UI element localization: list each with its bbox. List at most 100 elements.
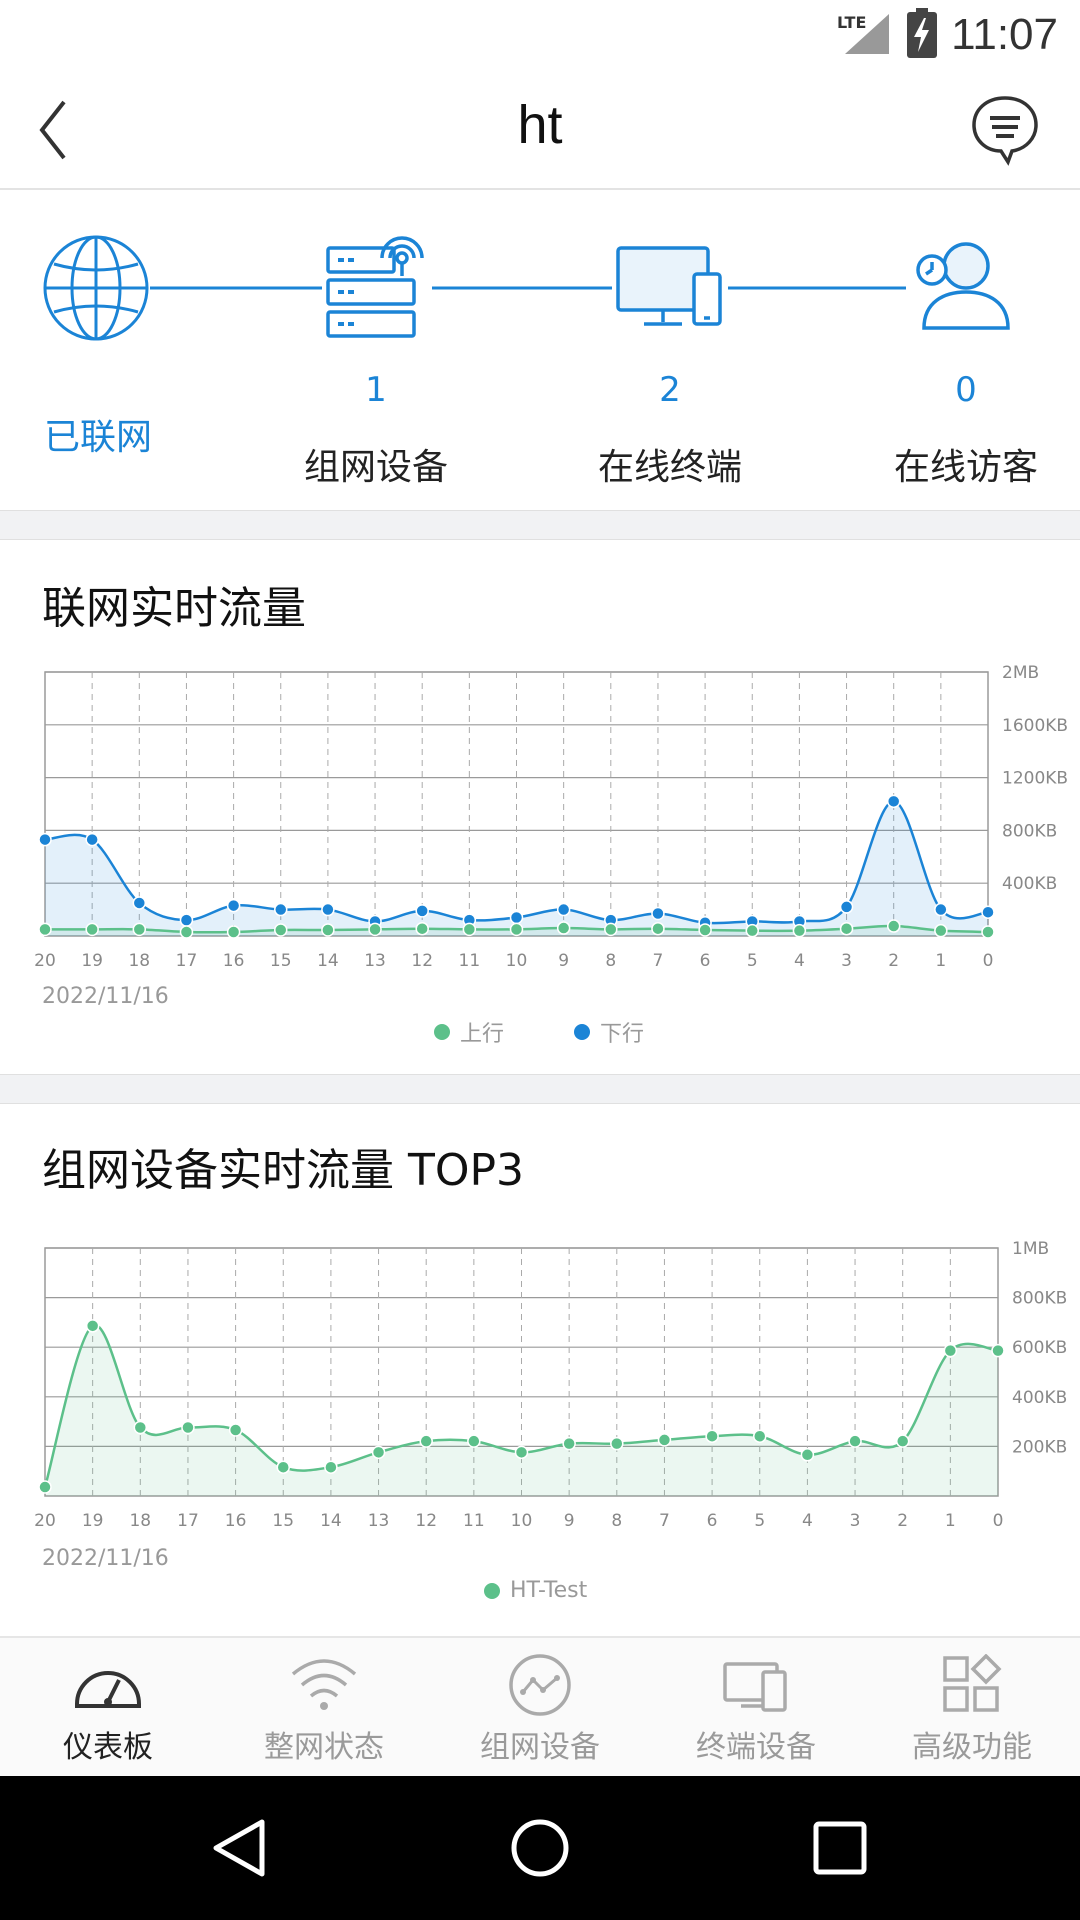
top3-x-tick: 2 [897, 1511, 908, 1526]
traffic-y-tick: 800KB [1002, 821, 1057, 841]
top3-x-tick: 17 [177, 1511, 199, 1526]
network-topology: 已联网 1 组网设备 2 在线终端 0 在线访客 [0, 190, 1080, 510]
top3-x-tick: 12 [415, 1511, 437, 1526]
traffic-data-point [321, 902, 335, 917]
nav-network-status[interactable]: 整网状态 [216, 1654, 432, 1766]
top3-x-tick: 18 [129, 1511, 151, 1526]
top3-x-tick: 1 [945, 1511, 956, 1526]
traffic-x-tick: 13 [364, 951, 386, 970]
nav-mesh-devices[interactable]: 组网设备 [432, 1654, 648, 1766]
ht-test-legend-label: HT-Test [510, 1578, 588, 1603]
nav-terminal-devices[interactable]: 终端设备 [648, 1654, 864, 1766]
traffic-data-point [981, 925, 995, 939]
top3-data-point [895, 1434, 910, 1448]
top3-data-point [514, 1445, 529, 1460]
lte-signal-icon: LTE [837, 10, 893, 60]
traffic-y-tick: 1600KB [1002, 716, 1068, 736]
router-icon[interactable] [324, 232, 426, 338]
nav-mesh-devices-label: 组网设备 [480, 1730, 600, 1765]
system-nav-bar [0, 1776, 1080, 1920]
traffic-data-point [745, 923, 759, 938]
traffic-data-point [415, 921, 429, 936]
traffic-data-point [274, 923, 288, 937]
internet-status-label: 已联网 [44, 417, 153, 458]
traffic-data-point [698, 923, 712, 937]
traffic-data-point [368, 922, 382, 937]
top3-x-tick: 5 [754, 1511, 765, 1526]
traffic-data-point [38, 922, 52, 937]
top3-data-point [943, 1343, 958, 1358]
top3-x-tick: 3 [850, 1511, 861, 1526]
traffic-data-point [886, 919, 901, 933]
top3-data-point [610, 1436, 624, 1451]
traffic-x-tick: 10 [506, 951, 528, 970]
top3-data-point [419, 1434, 433, 1448]
globe-icon[interactable] [42, 234, 150, 342]
traffic-x-tick: 8 [605, 951, 616, 970]
system-back-icon[interactable] [208, 1816, 272, 1880]
section-divider [0, 1074, 1080, 1104]
top3-x-tick: 19 [82, 1511, 104, 1526]
traffic-data-point [509, 910, 524, 925]
top3-y-tick: 200KB [1012, 1437, 1067, 1457]
online-guest-count: 0 [955, 370, 977, 410]
traffic-x-tick: 7 [653, 951, 664, 970]
traffic-data-point [415, 904, 429, 918]
top3-x-tick: 0 [993, 1511, 1004, 1526]
online-terminal-label: 在线终端 [597, 447, 742, 488]
nav-advanced[interactable]: 高级功能 [864, 1654, 1080, 1766]
top3-data-point [657, 1433, 672, 1447]
top3-x-tick: 14 [320, 1511, 342, 1526]
message-button[interactable] [970, 94, 1040, 166]
top3-date: 2022/11/16 [42, 1546, 169, 1571]
traffic-y-tick: 1200KB [1002, 769, 1068, 789]
traffic-y-tick: 2MB [1002, 663, 1039, 683]
svg-text:LTE: LTE [837, 13, 866, 32]
traffic-x-tick: 20 [34, 951, 56, 970]
top3-y-tick: 600KB [1012, 1338, 1067, 1358]
top3-x-tick: 8 [611, 1511, 622, 1526]
system-home-icon[interactable] [508, 1816, 572, 1880]
system-recents-icon[interactable] [808, 1816, 872, 1880]
top3-data-point [133, 1420, 148, 1435]
top3-legend: HT-Test [484, 1578, 587, 1603]
nav-advanced-label: 高级功能 [912, 1730, 1032, 1765]
top3-data-point [228, 1423, 243, 1437]
nav-network-status-label: 整网状态 [264, 1730, 384, 1765]
traffic-x-tick: 14 [317, 951, 339, 970]
top3-data-point [848, 1434, 862, 1448]
traffic-x-tick: 15 [270, 951, 292, 970]
traffic-data-point [556, 921, 571, 935]
traffic-data-point [132, 896, 147, 910]
traffic-data-point [839, 921, 854, 936]
top3-x-tick: 7 [659, 1511, 670, 1526]
status-bar: LTE 11:07 [0, 0, 1080, 72]
traffic-chart: 2MB1600KB1200KB800KB400KB20 19 18 17 16 15 14 1… [34, 663, 1068, 970]
top3-x-tick: 13 [368, 1511, 390, 1526]
top3-title: 组网设备实时流量 TOP3 [42, 1145, 525, 1196]
top3-y-tick: 1MB [1012, 1239, 1049, 1259]
traffic-data-point [839, 900, 854, 914]
upload-legend-dot [434, 1024, 450, 1040]
traffic-x-tick: 17 [176, 951, 198, 970]
traffic-x-tick: 4 [794, 951, 805, 970]
traffic-x-tick: 1 [935, 951, 946, 970]
terminal-devices-icon[interactable] [614, 244, 726, 330]
top3-data-point [991, 1343, 1005, 1358]
mesh-device-label: 组网设备 [303, 447, 448, 488]
top3-y-tick: 800KB [1012, 1289, 1067, 1309]
traffic-data-point [651, 921, 665, 936]
page-title: ht [517, 95, 563, 155]
top3-data-point [38, 1480, 52, 1494]
nav-dashboard-label: 仪表板 [63, 1730, 153, 1765]
top3-chart: 1MB800KB600KB400KB200KB20 19 18 17 16 15 14 13 1… [34, 1239, 1067, 1526]
top3-x-tick: 20 [34, 1511, 56, 1526]
traffic-data-point [274, 902, 288, 917]
top3-data-point [562, 1436, 576, 1451]
dashboard-icon [75, 1671, 141, 1708]
guest-icon[interactable] [910, 240, 1014, 330]
traffic-data-point [85, 832, 99, 847]
traffic-x-tick: 0 [983, 951, 994, 970]
nav-dashboard[interactable]: 仪表板 [0, 1654, 216, 1766]
traffic-data-point [179, 925, 194, 939]
